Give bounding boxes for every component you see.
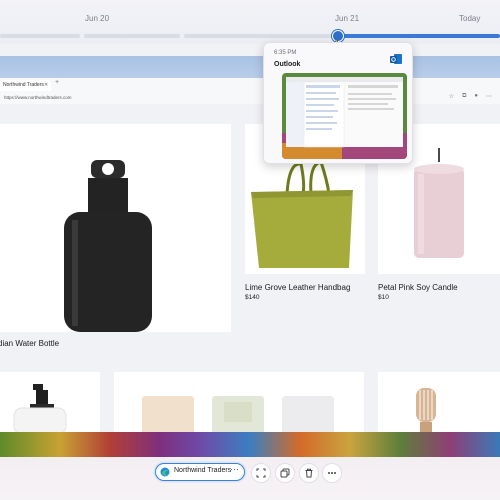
taskbar-app-northwind[interactable]: Northwind Traders ··· xyxy=(155,463,245,481)
water-bottle-image xyxy=(64,160,152,332)
settings-icon[interactable]: ⋯ xyxy=(486,93,492,100)
snapshot-top-band xyxy=(0,56,500,78)
desktop-wallpaper xyxy=(0,432,500,457)
outlook-icon xyxy=(390,54,402,64)
browser-toolbar-icons: ☆ ⧉ ● ⋯ xyxy=(449,93,492,100)
product-name-water-bottle[interactable]: dian Water Bottle xyxy=(0,339,59,348)
edge-icon xyxy=(160,467,170,477)
flyout-app-name: Outlook xyxy=(274,61,301,68)
product-card-water-bottle[interactable] xyxy=(0,124,231,332)
extensions-icon[interactable]: ⧉ xyxy=(462,93,466,100)
flyout-time: 6:35 PM xyxy=(274,50,297,56)
product-name-candle[interactable]: Petal Pink Soy Candle xyxy=(378,283,458,292)
pump-bottle-image xyxy=(13,384,67,435)
browser-tab-title: Northwind Traders xyxy=(3,82,44,88)
address-bar[interactable]: https://www.northwindtraders.com xyxy=(0,94,264,102)
timeline-date-today: Today xyxy=(459,14,481,23)
product-price-candle: $10 xyxy=(378,294,389,301)
soap-bars-image xyxy=(142,396,334,434)
new-tab-icon[interactable]: + xyxy=(55,79,59,86)
timeline-date-jun20: Jun 20 xyxy=(85,14,110,23)
timeline-segment[interactable] xyxy=(84,34,180,38)
taskbar-app-label: Northwind Traders xyxy=(174,467,232,474)
brush-image xyxy=(416,388,436,434)
timeline-segment[interactable] xyxy=(184,34,332,38)
screenshot-button[interactable] xyxy=(251,463,271,483)
timeline-progress xyxy=(338,34,500,38)
product-page: dian Water Bottle Lime Grove Leather Han… xyxy=(0,104,500,435)
ellipsis-icon xyxy=(328,472,336,474)
timeline-segment[interactable] xyxy=(0,34,80,38)
timeline-bar[interactable]: Jun 20 Jun 21 Today xyxy=(0,0,500,51)
timeline-date-jun21: Jun 21 xyxy=(335,14,360,23)
product-price-handbag: $140 xyxy=(245,294,260,301)
profile-icon[interactable]: ● xyxy=(474,93,478,100)
taskbar: Northwind Traders ··· xyxy=(0,457,500,500)
delete-button[interactable] xyxy=(299,463,319,483)
product-card-pump-bottle[interactable] xyxy=(0,372,100,435)
outlook-window-thumbnail[interactable] xyxy=(282,73,407,159)
outlook-snapshot-image xyxy=(282,73,407,159)
browser-chrome: Northwind Traders ✕ + https://www.northw… xyxy=(0,78,500,105)
product-card-soap-bars[interactable] xyxy=(114,372,364,434)
close-icon[interactable]: ✕ xyxy=(44,80,48,91)
copy-button[interactable] xyxy=(275,463,295,483)
more-options-button[interactable] xyxy=(322,463,342,483)
screenshot-icon xyxy=(256,468,266,478)
more-icon[interactable]: ··· xyxy=(230,464,239,474)
product-card-brush[interactable] xyxy=(378,372,500,434)
favorites-icon[interactable]: ☆ xyxy=(449,93,454,100)
product-name-handbag[interactable]: Lime Grove Leather Handbag xyxy=(245,283,350,292)
copy-icon xyxy=(280,468,290,478)
timeline-preview-flyout[interactable]: 6:35 PM Outlook xyxy=(263,42,413,164)
browser-tab[interactable]: Northwind Traders ✕ xyxy=(0,80,51,91)
delete-icon xyxy=(305,468,313,478)
